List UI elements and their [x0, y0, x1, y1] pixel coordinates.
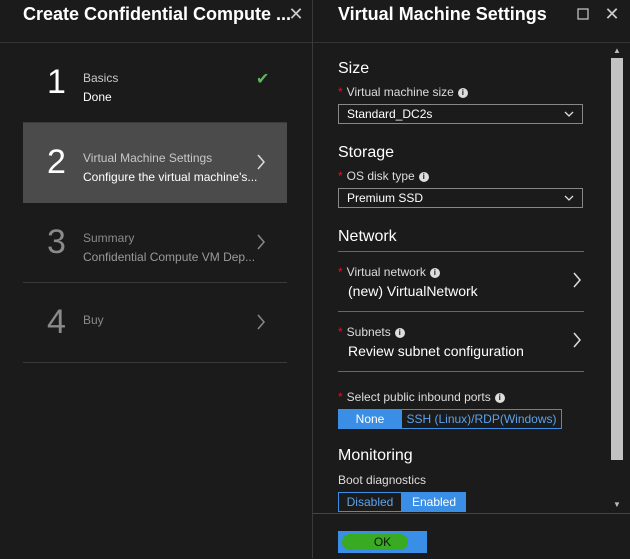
info-icon: i: [394, 328, 405, 338]
info-icon: i: [429, 268, 440, 278]
chevron-right-icon: [257, 154, 265, 170]
blade-footer: OK: [313, 513, 630, 559]
step-title: Virtual Machine Settings: [83, 151, 213, 165]
inbound-ports-toggle: None SSH (Linux)/RDP(Windows): [338, 409, 562, 429]
inbound-ports-label: * Select public inbound ports i: [338, 390, 505, 404]
step-subtitle: Configure the virtual machine's...: [83, 170, 258, 184]
step-basics[interactable]: 1 Basics Done ✔: [23, 43, 287, 123]
section-size: Size: [338, 60, 370, 77]
step-vm-settings[interactable]: 2 Virtual Machine Settings Configure the…: [23, 123, 287, 203]
info-icon: i: [494, 393, 505, 403]
section-monitoring: Monitoring: [338, 447, 413, 464]
create-blade: Create Confidential Compute ... ✕ 1 Basi…: [0, 0, 312, 558]
step-number: 3: [47, 223, 66, 261]
os-disk-label: * OS disk type i: [338, 169, 429, 183]
vm-settings-title: Virtual Machine Settings: [338, 4, 547, 24]
info-icon: i: [457, 88, 468, 98]
os-disk-value: Premium SSD: [347, 191, 424, 205]
step-subtitle: Done: [83, 90, 112, 104]
checkmark-icon: ✔: [256, 71, 270, 88]
step-subtitle: Confidential Compute VM Dep...: [83, 250, 256, 264]
vnet-value: (new) VirtualNetwork: [348, 283, 478, 299]
chevron-right-icon: [257, 314, 265, 330]
virtual-network-item[interactable]: * Virtual network i (new) VirtualNetwork: [338, 251, 584, 311]
ports-none-option[interactable]: None: [338, 409, 402, 429]
step-title: Summary: [83, 231, 135, 245]
maximize-icon[interactable]: [575, 6, 591, 22]
chevron-right-icon: [573, 332, 581, 348]
boot-diagnostics-label: Boot diagnostics: [338, 473, 427, 487]
step-number: 4: [47, 303, 66, 341]
subnets-value: Review subnet configuration: [348, 343, 524, 359]
close-icon[interactable]: ✕: [288, 5, 304, 23]
chevron-down-icon: [564, 111, 574, 117]
settings-form: Size * Virtual machine size i Standard_DC2…: [313, 43, 630, 513]
chevron-down-icon: [564, 195, 574, 201]
section-storage: Storage: [338, 144, 395, 161]
vertical-scrollbar[interactable]: ▲ ▼: [611, 43, 623, 513]
step-number: 2: [47, 143, 66, 181]
subnets-item[interactable]: * Subnets i Review subnet configuration: [338, 311, 584, 371]
close-icon[interactable]: ✕: [604, 5, 620, 23]
scrollbar-thumb[interactable]: [611, 58, 623, 460]
step-number: 1: [47, 63, 66, 101]
vnet-label: * Virtual network i: [338, 265, 440, 279]
network-divider: [338, 371, 584, 372]
ok-label: OK: [373, 535, 392, 549]
subnets-label: * Subnets i: [338, 325, 405, 339]
scroll-down-icon[interactable]: ▼: [611, 499, 623, 511]
boot-diag-enabled-option[interactable]: Enabled: [402, 492, 466, 512]
section-network: Network: [338, 228, 397, 245]
step-buy[interactable]: 4 Buy: [23, 283, 287, 363]
info-icon: i: [418, 172, 429, 182]
chevron-right-icon: [257, 234, 265, 250]
vm-settings-blade: Virtual Machine Settings ✕ Size * Virtual…: [313, 0, 630, 559]
boot-diagnostics-toggle: Disabled Enabled: [338, 492, 466, 512]
vm-size-select[interactable]: Standard_DC2s: [338, 104, 583, 124]
step-summary[interactable]: 3 Summary Confidential Compute VM Dep...: [23, 203, 287, 283]
boot-diag-disabled-option[interactable]: Disabled: [338, 492, 402, 512]
chevron-right-icon: [573, 272, 581, 288]
step-title: Buy: [83, 313, 104, 327]
vm-size-label: * Virtual machine size i: [338, 85, 468, 99]
vm-size-value: Standard_DC2s: [347, 107, 433, 121]
ok-button[interactable]: OK: [338, 531, 427, 553]
step-title: Basics: [83, 71, 119, 85]
ports-ssh-rdp-option[interactable]: SSH (Linux)/RDP(Windows): [402, 409, 562, 429]
os-disk-select[interactable]: Premium SSD: [338, 188, 583, 208]
scroll-up-icon[interactable]: ▲: [611, 45, 623, 57]
create-blade-title: Create Confidential Compute ...: [23, 4, 292, 24]
